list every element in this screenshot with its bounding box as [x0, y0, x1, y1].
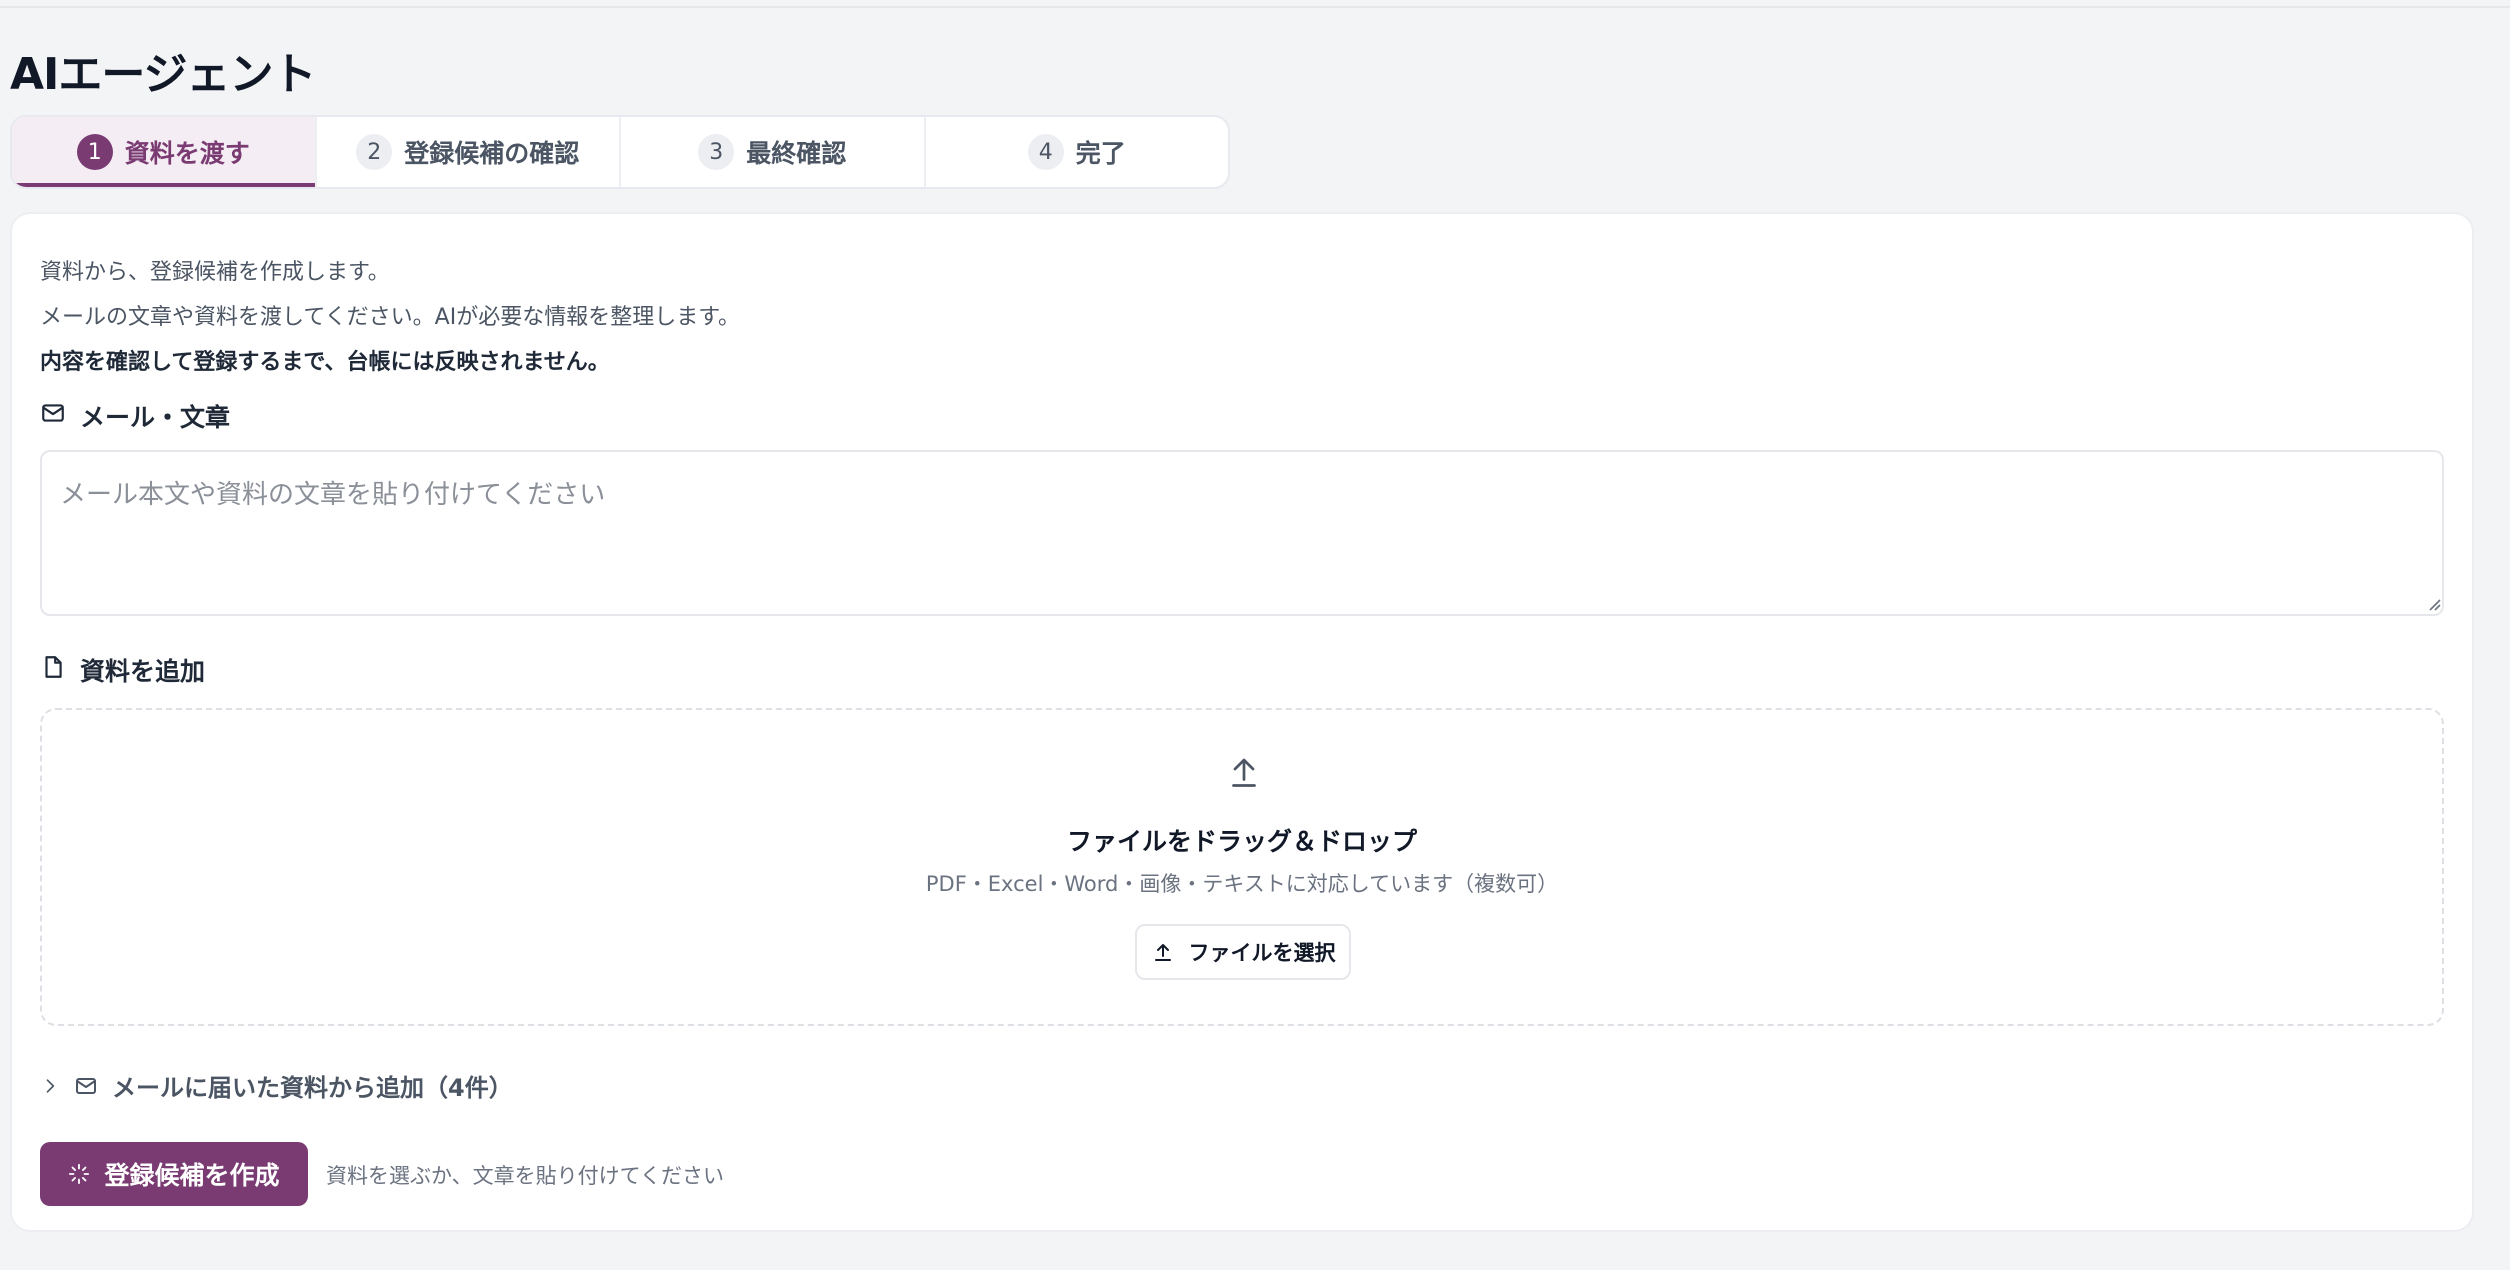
choose-file-button[interactable]: ファイルを選択	[1135, 924, 1351, 980]
mail-attachments-label: メールに届いた資料から追加（4件）	[112, 1074, 513, 1102]
top-divider	[0, 6, 2510, 8]
step-3[interactable]: 3 最終確認	[621, 117, 926, 187]
stepper: 1 資料を渡す 2 登録候補の確認 3 最終確認 4 完了	[10, 115, 1230, 189]
mail-section-label: メール・文章	[40, 398, 230, 434]
file-icon	[40, 654, 66, 686]
choose-file-label: ファイルを選択	[1188, 941, 1336, 965]
mail-section-title: メール・文章	[80, 403, 231, 432]
sparkle-loader-icon	[69, 1163, 90, 1185]
upload-icon	[1232, 758, 1256, 787]
file-section-title: 資料を追加	[80, 657, 206, 686]
intro-line: 資料から、登録候補を作成します。	[40, 260, 390, 285]
mail-attachments-toggle[interactable]: メールに届いた資料から追加（4件）	[40, 1068, 513, 1103]
step-1[interactable]: 1 資料を渡す	[12, 117, 317, 187]
main-card: 資料から、登録候補を作成します。 メールの文章や資料を渡してください。AIが必要…	[10, 212, 2474, 1232]
file-section-label: 資料を追加	[40, 652, 205, 688]
step-4[interactable]: 4 完了	[926, 117, 1229, 187]
step-label: 最終確認	[746, 139, 847, 168]
step-number: 2	[356, 134, 393, 170]
file-dropzone[interactable]: ファイルをドラッグ＆ドロップ PDF・Excel・Word・画像・テキストに対応…	[40, 708, 2444, 1026]
create-hint-text: 資料を選ぶか、文章を貼り付けてください	[326, 1164, 724, 1188]
step-label: 完了	[1075, 139, 1126, 168]
intro-line: メールの文章や資料を渡してください。AIが必要な情報を整理します。	[40, 305, 741, 330]
upload-icon	[1154, 944, 1171, 961]
step-label: 資料を渡す	[124, 139, 250, 168]
mail-text-input[interactable]	[40, 450, 2444, 616]
resize-handle-icon[interactable]	[2424, 594, 2442, 612]
intro-text: 資料から、登録候補を作成します。 メールの文章や資料を渡してください。AIが必要…	[40, 250, 740, 385]
dropzone-subtitle: PDF・Excel・Word・画像・テキストに対応しています（複数可）	[925, 872, 1559, 896]
page-title: AIエージェント	[10, 49, 317, 100]
dropzone-title: ファイルをドラッグ＆ドロップ	[1066, 827, 1417, 856]
mail-icon	[40, 400, 66, 432]
create-button-label: 登録候補を作成	[104, 1162, 280, 1190]
intro-note: 内容を確認して登録するまで、台帳には反映されません。	[40, 350, 610, 375]
step-label: 登録候補の確認	[404, 139, 580, 168]
chevron-right-icon	[46, 1078, 55, 1093]
step-number: 1	[76, 134, 113, 170]
step-2[interactable]: 2 登録候補の確認	[317, 117, 621, 187]
step-number: 3	[698, 134, 735, 170]
step-number: 4	[1027, 134, 1064, 170]
create-candidates-button[interactable]: 登録候補を作成	[40, 1142, 308, 1206]
mail-icon	[76, 1077, 96, 1094]
